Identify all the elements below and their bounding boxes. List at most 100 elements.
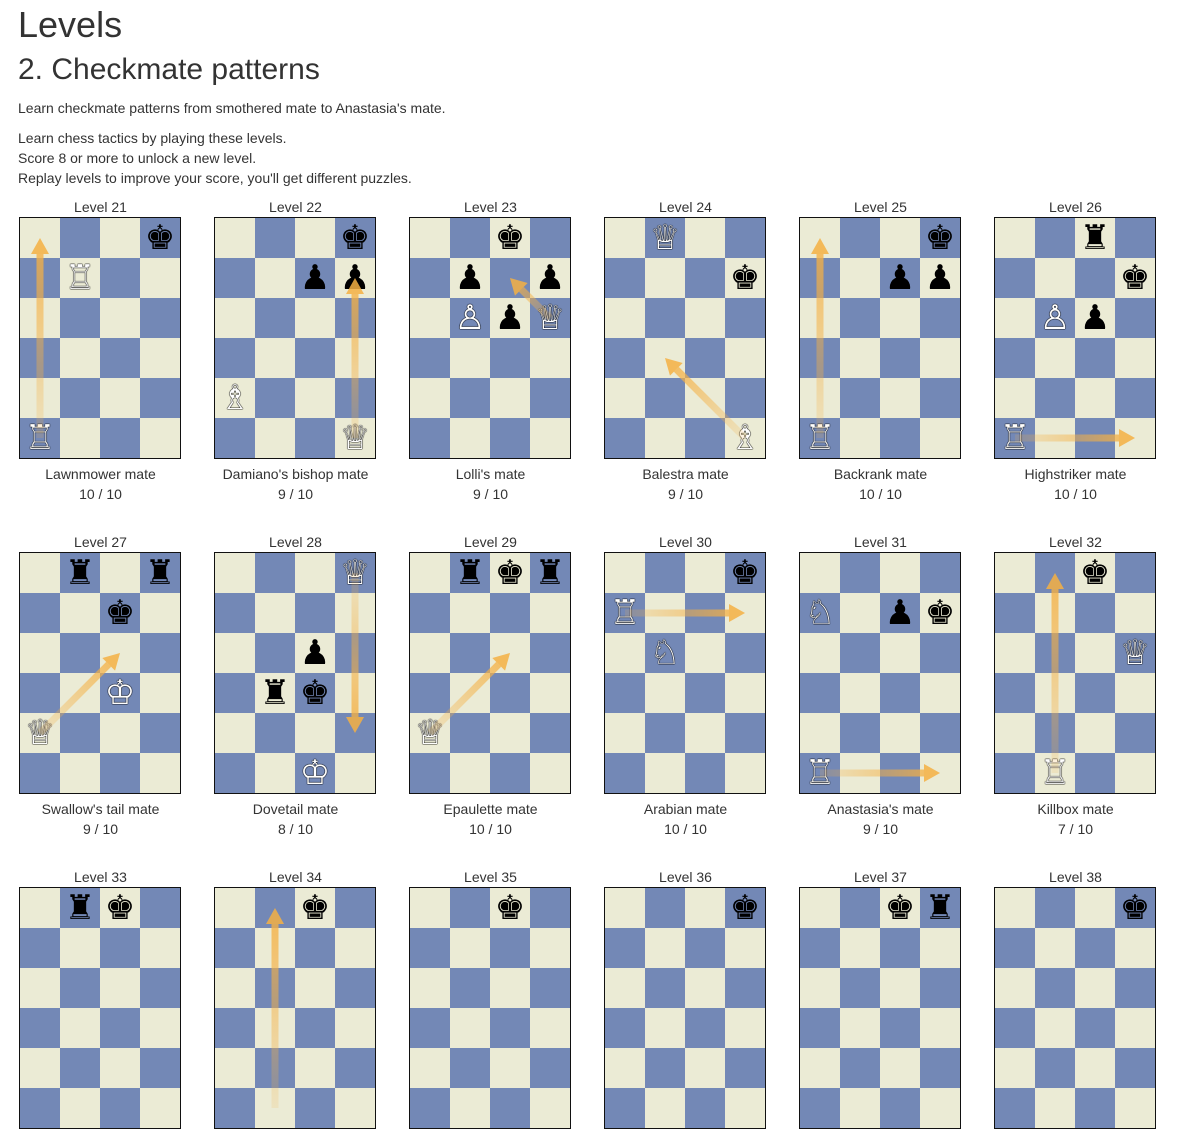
level-board[interactable]: ♜ ♜ ♚ ♔ ♕	[19, 552, 181, 794]
board-square	[685, 338, 725, 378]
board-square	[140, 1008, 180, 1048]
white-rook-icon: ♖	[804, 753, 836, 793]
black-king-icon: ♚	[104, 888, 136, 928]
board-square	[995, 553, 1035, 593]
board-square	[605, 928, 645, 968]
board-square	[685, 258, 725, 298]
board-square	[880, 298, 920, 338]
board-square	[725, 218, 765, 258]
board-square	[920, 1048, 960, 1088]
level-card[interactable]: Level 28 ♕ ♟ ♜ ♚ ♔ Dovetail mate 8 / 10	[195, 534, 390, 839]
black-king-icon: ♚	[299, 673, 331, 713]
level-card[interactable]: Level 36 ♚	[585, 869, 780, 1134]
level-board[interactable]: ♕ ♚ ♗	[604, 217, 766, 459]
board-square	[20, 753, 60, 793]
board-square	[530, 673, 570, 713]
board-square	[410, 338, 450, 378]
board-square	[335, 673, 375, 713]
board-square	[410, 928, 450, 968]
level-card[interactable]: Level 35 ♚	[390, 869, 585, 1134]
level-board[interactable]: ♚ ♖ ♘	[604, 552, 766, 794]
board-square	[450, 218, 490, 258]
board-square	[645, 418, 685, 458]
board-square	[295, 1048, 335, 1088]
level-card[interactable]: Level 27 ♜ ♜ ♚ ♔ ♕ Swallow's tail mate 9 / 10	[0, 534, 195, 839]
level-board[interactable]: ♚ ♟ ♟ ♗ ♕	[214, 217, 376, 459]
board-square	[605, 753, 645, 793]
board-square	[800, 713, 840, 753]
board-square	[725, 378, 765, 418]
level-card[interactable]: Level 31 ♘ ♟ ♚ ♖ Anastasia's mate 9 / 10	[780, 534, 975, 839]
board-square	[490, 338, 530, 378]
level-card[interactable]: Level 22 ♚ ♟ ♟ ♗ ♕ Damiano's bishop mate 9 / 10	[195, 199, 390, 504]
level-board[interactable]: ♚ ♟ ♟ ♖	[799, 217, 961, 459]
level-board[interactable]: ♜ ♚ ♙ ♟ ♖	[994, 217, 1156, 459]
board-square	[335, 968, 375, 1008]
board-square	[335, 633, 375, 673]
board-square	[335, 1088, 375, 1128]
board-square	[20, 673, 60, 713]
level-board[interactable]: ♜ ♚	[19, 887, 181, 1129]
level-board[interactable]: ♚	[409, 887, 571, 1129]
board-square	[410, 1008, 450, 1048]
board-square	[840, 1008, 880, 1048]
board-square	[140, 633, 180, 673]
board-square	[530, 1008, 570, 1048]
level-board[interactable]: ♚ ♜	[799, 887, 961, 1129]
level-card[interactable]: Level 33 ♜ ♚	[0, 869, 195, 1134]
black-rook-icon: ♜	[259, 673, 291, 713]
level-board[interactable]: ♕ ♟ ♜ ♚ ♔	[214, 552, 376, 794]
level-card[interactable]: Level 23 ♚ ♟ ♟ ♙ ♟ ♕ Lolli's mate 9 / 10	[390, 199, 585, 504]
level-card[interactable]: Level 21 ♚ ♖ ♖ Lawnmower mate 10 / 10	[0, 199, 195, 504]
board-square	[1075, 593, 1115, 633]
board-square	[530, 593, 570, 633]
black-king-icon: ♚	[729, 258, 761, 298]
level-card[interactable]: Level 24 ♕ ♚ ♗ Balestra mate 9 / 10	[585, 199, 780, 504]
level-name: Balestra mate	[642, 466, 729, 482]
level-board[interactable]: ♚	[604, 887, 766, 1129]
level-card[interactable]: Level 26 ♜ ♚ ♙ ♟ ♖ Highstriker mate 10 / 10	[975, 199, 1170, 504]
white-knight-icon: ♘	[649, 633, 681, 673]
board-square	[255, 1008, 295, 1048]
board-square	[100, 258, 140, 298]
board-square	[800, 1088, 840, 1128]
level-card[interactable]: Level 37 ♚ ♜	[780, 869, 975, 1134]
level-board[interactable]: ♚ ♕ ♖	[994, 552, 1156, 794]
board-square	[140, 968, 180, 1008]
board-square	[685, 1008, 725, 1048]
board-square	[840, 338, 880, 378]
level-card[interactable]: Level 34 ♚	[195, 869, 390, 1134]
black-king-icon: ♚	[299, 888, 331, 928]
board-square	[685, 753, 725, 793]
level-board[interactable]: ♚	[994, 887, 1156, 1129]
level-board[interactable]: ♘ ♟ ♚ ♖	[799, 552, 961, 794]
board-square	[880, 633, 920, 673]
level-card[interactable]: Level 29 ♜ ♚ ♜ ♕ Epaulette mate 10 / 10	[390, 534, 585, 839]
level-board[interactable]: ♜ ♚ ♜ ♕	[409, 552, 571, 794]
level-card[interactable]: Level 32 ♚ ♕ ♖ Killbox mate 7 / 10	[975, 534, 1170, 839]
black-king-icon: ♚	[494, 888, 526, 928]
board-square	[215, 673, 255, 713]
level-card[interactable]: Level 25 ♚ ♟ ♟ ♖ Backrank mate 10 / 10	[780, 199, 975, 504]
black-pawn-icon: ♟	[494, 298, 526, 338]
board-square	[840, 258, 880, 298]
board-square	[840, 418, 880, 458]
board-square	[685, 633, 725, 673]
board-square	[605, 888, 645, 928]
level-board[interactable]: ♚ ♖ ♖	[19, 217, 181, 459]
level-board[interactable]: ♚	[214, 887, 376, 1129]
board-square	[880, 418, 920, 458]
board-square	[100, 553, 140, 593]
level-card[interactable]: Level 30 ♚ ♖ ♘ Arabian mate 10 / 10	[585, 534, 780, 839]
board-square	[1115, 378, 1155, 418]
level-board[interactable]: ♚ ♟ ♟ ♙ ♟ ♕	[409, 217, 571, 459]
board-square	[645, 928, 685, 968]
black-king-icon: ♚	[494, 218, 526, 258]
board-square	[60, 1088, 100, 1128]
black-rook-icon: ♜	[1079, 218, 1111, 258]
level-card[interactable]: Level 38 ♚	[975, 869, 1170, 1134]
board-square	[1115, 1048, 1155, 1088]
board-square	[880, 1048, 920, 1088]
board-square	[215, 1008, 255, 1048]
white-queen-icon: ♕	[534, 298, 566, 338]
